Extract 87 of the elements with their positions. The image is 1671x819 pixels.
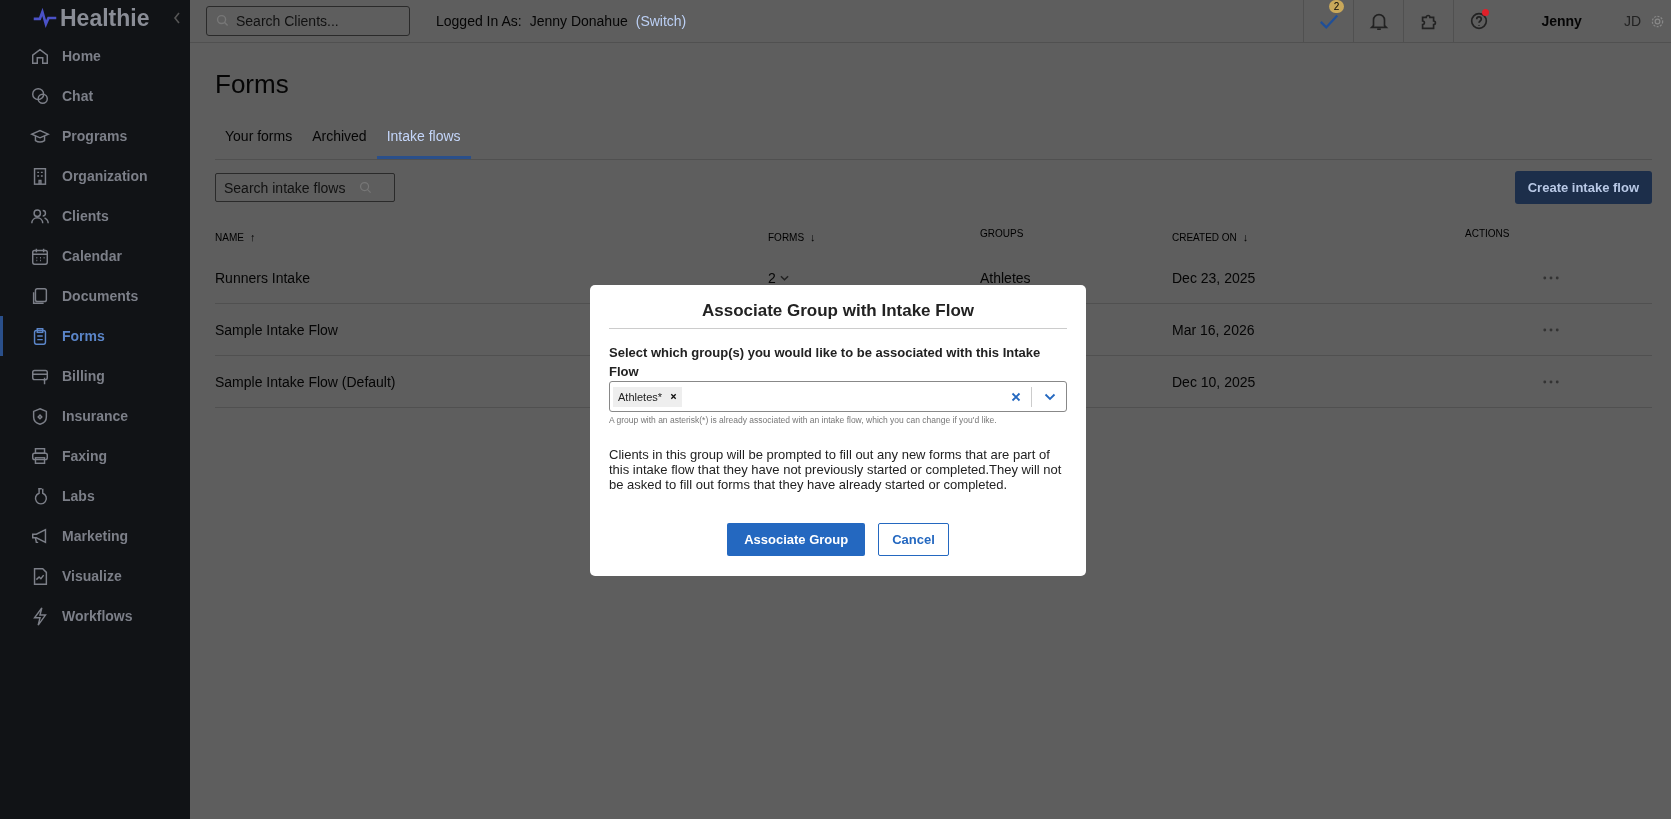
nav-item[interactable]: Insurance (0, 396, 190, 436)
nav-item[interactable]: Faxing (0, 436, 190, 476)
sort-arrow[interactable]: ↑ (249, 231, 256, 243)
associate-button[interactable]: Associate Group (727, 523, 866, 556)
nav-label: Organization (62, 168, 148, 184)
tab[interactable]: Your forms (215, 118, 303, 159)
page-title: Forms (215, 69, 290, 100)
nav-label: Clients (62, 208, 109, 224)
tab[interactable]: Intake flows (376, 118, 471, 159)
dropdown-icon[interactable] (1044, 392, 1056, 401)
nav-label: Insurance (62, 408, 129, 424)
nav-item[interactable]: Workflows (0, 596, 190, 636)
field-label: Select which group(s) you would like to be associated with this Intake Flow (609, 344, 1042, 381)
shield-icon (30, 406, 50, 426)
nav-label: Documents (62, 288, 139, 304)
nav-item[interactable]: Home (0, 36, 190, 76)
logged-in-label: Logged In As: (436, 13, 522, 29)
nav-label: Home (62, 48, 101, 64)
table-cell: 2 (768, 269, 776, 286)
nav-item[interactable]: Organization (0, 156, 190, 196)
group-select[interactable]: Athletes* (609, 381, 1067, 412)
tab[interactable]: Archived (302, 118, 377, 159)
chevron-icon[interactable] (779, 273, 789, 282)
nav-item[interactable]: Programs (0, 116, 190, 156)
nav-label: Faxing (62, 448, 108, 464)
printer-icon (30, 446, 50, 466)
nav-item[interactable]: Chat (0, 76, 190, 116)
hint-text: A group with an asterisk(*) is already associated with an intake flow, which you can change if you'd like. (609, 415, 998, 425)
logged-in-user: Jenny Donahue (529, 13, 628, 29)
table-cell: Runners Intake (215, 269, 310, 286)
logo-icon (32, 8, 58, 28)
column-header[interactable]: CREATED ON (1172, 231, 1237, 243)
dialog-title: Associate Group with Intake Flow (609, 297, 1067, 329)
nav-label: Workflows (62, 608, 133, 624)
table-cell: Sample Intake Flow (Default) (215, 373, 396, 390)
column-header[interactable]: FORMS (768, 231, 805, 243)
nav-label: Visualize (62, 568, 122, 584)
search-icon (216, 14, 229, 27)
nav-label: Labs (62, 488, 95, 504)
nav-item[interactable]: Marketing (0, 516, 190, 556)
more-icon[interactable] (1543, 379, 1559, 384)
switch-link[interactable]: (Switch) (635, 13, 687, 29)
nav-item[interactable]: Labs (0, 476, 190, 516)
users-icon (30, 206, 50, 226)
sort-arrow[interactable]: ↓ (810, 231, 816, 243)
collapse-icon[interactable] (172, 11, 182, 25)
column-header[interactable]: ACTIONS (1465, 228, 1510, 239)
table-cell: Athletes (980, 269, 1031, 286)
search-icon (359, 181, 372, 194)
search-field[interactable]: Search intake flows (215, 173, 395, 202)
nav-item[interactable]: Billing (0, 356, 190, 396)
table-cell: Sample Intake Flow (215, 321, 338, 338)
nav-item[interactable]: Visualize (0, 556, 190, 596)
user-name[interactable]: Jenny (1541, 13, 1582, 29)
nav-label: Marketing (62, 528, 129, 544)
more-icon[interactable] (1543, 327, 1559, 332)
nav-label: Billing (62, 368, 105, 384)
clear-icon[interactable] (1011, 391, 1021, 402)
table-cell: Dec 10, 2025 (1172, 373, 1256, 390)
chat-icon (30, 86, 50, 106)
nav-item[interactable]: Documents (0, 276, 190, 316)
home-icon (30, 46, 50, 66)
description-text: Clients in this group will be prompted to fill out any new forms that are part of this intake flow that they have not previously started or completed.They will not be asked to fill out forms that they have already started or completed. (609, 447, 1063, 492)
nav-label: Programs (62, 128, 128, 144)
user-initials: JD (1623, 13, 1641, 29)
nav-label: Chat (62, 88, 94, 104)
nav-label: Calendar (62, 248, 122, 264)
calendar-icon (30, 246, 50, 266)
column-header[interactable]: GROUPS (980, 228, 1024, 239)
nav-item[interactable]: Calendar (0, 236, 190, 276)
client-search-field[interactable]: Search Clients... (206, 6, 410, 36)
documents-icon (30, 286, 50, 306)
bolt-icon (30, 606, 50, 626)
settings-icon[interactable] (1650, 13, 1665, 29)
column-header[interactable]: NAME (215, 231, 244, 243)
remove-icon[interactable] (670, 393, 678, 400)
cancel-button[interactable]: Cancel (878, 523, 949, 556)
create-button[interactable]: Create intake flow (1514, 171, 1652, 204)
sort-arrow[interactable]: ↓ (1242, 231, 1249, 243)
nav-item[interactable]: Clients (0, 196, 190, 236)
table-cell: Mar 16, 2026 (1172, 321, 1255, 338)
group-tag: Athletes* (613, 386, 683, 407)
table-cell: Dec 23, 2025 (1172, 269, 1256, 286)
nav-label: Forms (62, 328, 105, 344)
tasks-badge: 2 (1328, 0, 1345, 13)
logo-text: Healthie (60, 4, 150, 32)
more-icon[interactable] (1543, 275, 1559, 280)
